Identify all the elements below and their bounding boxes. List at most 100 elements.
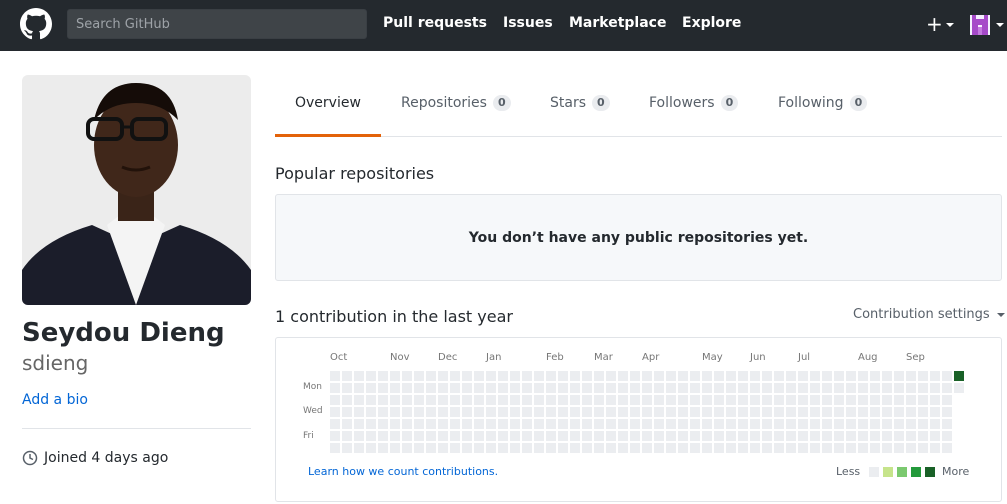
tab-following[interactable]: Following 0 [778, 95, 868, 111]
tab-repositories[interactable]: Repositories 0 [401, 95, 511, 111]
contribution-day[interactable] [498, 443, 508, 453]
contribution-day[interactable] [570, 371, 580, 381]
contribution-day[interactable] [606, 407, 616, 417]
contribution-day[interactable] [786, 443, 796, 453]
contribution-day[interactable] [402, 443, 412, 453]
contribution-day[interactable] [618, 443, 628, 453]
contribution-day[interactable] [378, 383, 388, 393]
contribution-day[interactable] [594, 407, 604, 417]
contribution-day[interactable] [822, 419, 832, 429]
contribution-day[interactable] [762, 383, 772, 393]
contribution-day[interactable] [738, 443, 748, 453]
contribution-day[interactable] [510, 371, 520, 381]
contribution-day[interactable] [666, 395, 676, 405]
contribution-day[interactable] [450, 383, 460, 393]
contribution-day[interactable] [558, 419, 568, 429]
contribution-day[interactable] [834, 443, 844, 453]
contribution-day[interactable] [366, 419, 376, 429]
contribution-day[interactable] [774, 431, 784, 441]
contribution-day[interactable] [690, 443, 700, 453]
contribution-day[interactable] [642, 371, 652, 381]
contribution-day[interactable] [882, 443, 892, 453]
contribution-day[interactable] [354, 371, 364, 381]
contribution-day[interactable] [942, 407, 952, 417]
contribution-day[interactable] [738, 431, 748, 441]
contribution-day[interactable] [546, 371, 556, 381]
contribution-day[interactable] [942, 395, 952, 405]
contribution-day[interactable] [462, 431, 472, 441]
contribution-day[interactable] [726, 371, 736, 381]
contribution-day[interactable] [354, 419, 364, 429]
contribution-day[interactable] [822, 407, 832, 417]
contribution-day[interactable] [570, 443, 580, 453]
contribution-day[interactable] [426, 419, 436, 429]
contribution-day[interactable] [846, 419, 856, 429]
contribution-day[interactable] [366, 371, 376, 381]
contribution-day[interactable] [666, 383, 676, 393]
contribution-day[interactable] [582, 383, 592, 393]
contribution-day[interactable] [702, 443, 712, 453]
contribution-day[interactable] [522, 431, 532, 441]
contribution-day[interactable] [834, 431, 844, 441]
contribution-day[interactable] [750, 371, 760, 381]
contribution-day[interactable] [462, 383, 472, 393]
contribution-day[interactable] [798, 371, 808, 381]
contribution-day[interactable] [786, 395, 796, 405]
contribution-day[interactable] [702, 371, 712, 381]
contribution-day[interactable] [870, 371, 880, 381]
contribution-day[interactable] [714, 395, 724, 405]
contribution-day[interactable] [942, 419, 952, 429]
contribution-day[interactable] [402, 431, 412, 441]
contribution-day[interactable] [330, 395, 340, 405]
contribution-day[interactable] [630, 419, 640, 429]
contribution-day[interactable] [774, 383, 784, 393]
contribution-day[interactable] [498, 407, 508, 417]
contribution-day[interactable] [678, 443, 688, 453]
contribution-day[interactable] [606, 371, 616, 381]
contribution-day[interactable] [762, 395, 772, 405]
contribution-day[interactable] [474, 419, 484, 429]
contribution-day[interactable] [642, 383, 652, 393]
chevron-down-icon[interactable] [946, 23, 954, 27]
contribution-day[interactable] [666, 443, 676, 453]
contribution-day[interactable] [678, 395, 688, 405]
contribution-day[interactable] [762, 443, 772, 453]
contribution-day[interactable] [534, 395, 544, 405]
contribution-day[interactable] [702, 395, 712, 405]
contribution-day[interactable] [858, 431, 868, 441]
contribution-day[interactable] [462, 395, 472, 405]
contribution-day[interactable] [918, 383, 928, 393]
contribution-day[interactable] [546, 443, 556, 453]
contribution-day[interactable] [630, 371, 640, 381]
contribution-day[interactable] [462, 419, 472, 429]
contribution-day[interactable] [714, 443, 724, 453]
contribution-day[interactable] [558, 371, 568, 381]
contribution-day[interactable] [558, 407, 568, 417]
contribution-day[interactable] [558, 383, 568, 393]
contribution-day[interactable] [822, 431, 832, 441]
contribution-day[interactable] [738, 371, 748, 381]
contribution-day[interactable] [930, 383, 940, 393]
contribution-day[interactable] [330, 383, 340, 393]
contribution-day[interactable] [450, 395, 460, 405]
contribution-day[interactable] [582, 407, 592, 417]
contribution-day[interactable] [594, 371, 604, 381]
contribution-day[interactable] [462, 407, 472, 417]
contribution-day[interactable] [630, 443, 640, 453]
contribution-day[interactable] [666, 431, 676, 441]
contribution-day[interactable] [414, 395, 424, 405]
contribution-day[interactable] [786, 407, 796, 417]
contribution-day[interactable] [402, 395, 412, 405]
contribution-day[interactable] [594, 431, 604, 441]
contribution-day[interactable] [354, 395, 364, 405]
contribution-day[interactable] [798, 419, 808, 429]
contribution-day[interactable] [414, 407, 424, 417]
contribution-day[interactable] [786, 371, 796, 381]
contribution-day[interactable] [858, 395, 868, 405]
contribution-day[interactable] [714, 419, 724, 429]
contribution-day[interactable] [774, 419, 784, 429]
contribution-day[interactable] [894, 431, 904, 441]
contribution-day[interactable] [510, 395, 520, 405]
contribution-day[interactable] [654, 419, 664, 429]
contribution-day[interactable] [438, 395, 448, 405]
